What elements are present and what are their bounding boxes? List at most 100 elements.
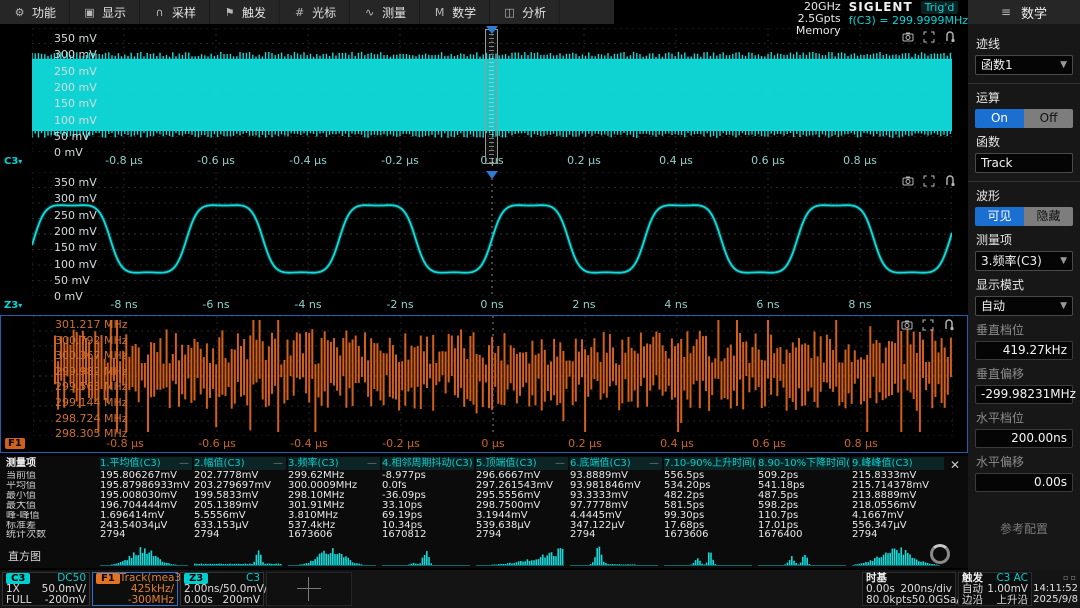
table-column-header[interactable]: 1.平均值(C3)— bbox=[100, 457, 192, 470]
table-column-header[interactable]: 9.峰峰值(C3) bbox=[852, 457, 944, 470]
trigger-box[interactable]: 触发C3 AC 自动1.00mV 边沿上升沿 bbox=[958, 572, 1032, 606]
table-value-cell: 2794 bbox=[476, 530, 568, 540]
math-dialog: 迹线 函数1 ▼ 运算 On Off 函数 Track 波形 可见 隐藏 测量项… bbox=[968, 24, 1080, 570]
divider bbox=[968, 181, 1080, 182]
table-value-cell: 1670812 bbox=[382, 530, 474, 540]
x-axis-label: -0.4 µs bbox=[273, 154, 343, 167]
f1-channel-box[interactable]: F1Track(mea3) 425kHz/ -300MHz bbox=[92, 572, 178, 606]
waveform-options-icon[interactable] bbox=[944, 31, 956, 43]
table-row-label: 最大值 bbox=[6, 501, 96, 511]
sampling-icon: ∩ bbox=[153, 6, 166, 19]
table-value-cell: 299.62MHz bbox=[288, 471, 380, 481]
y-axis-label: 150 mV bbox=[54, 241, 97, 254]
waveform-options-icon[interactable] bbox=[944, 175, 956, 187]
x-axis-label: 0.4 µs bbox=[641, 154, 711, 167]
table-value-cell: 298.10MHz bbox=[288, 491, 380, 501]
table-value-cell: 17.68ps bbox=[664, 521, 756, 531]
y-axis-label: 350 mV bbox=[54, 176, 97, 189]
measurement-histogram bbox=[100, 544, 188, 566]
zoom-region-handle[interactable] bbox=[485, 29, 498, 164]
chevron-down-icon: ▼ bbox=[1060, 252, 1067, 270]
collapse-icon[interactable]: — bbox=[273, 457, 283, 470]
c3-channel-box[interactable]: C3DC50 1X50.0mV/ FULL-200mV bbox=[2, 572, 90, 606]
expand-icon[interactable] bbox=[923, 31, 935, 43]
camera-icon[interactable] bbox=[902, 31, 914, 43]
z3-channel-box[interactable]: Z3C3 2.00ns/50.0mV/ 0.00s200mV bbox=[180, 572, 264, 606]
brand-logo: SIGLENT bbox=[849, 0, 913, 14]
math-dialog-header[interactable]: ≡ 数学 bbox=[968, 0, 1080, 24]
table-value-cell: 633.153µV bbox=[194, 521, 286, 531]
table-column-header[interactable]: 3.频率(C3)— bbox=[288, 457, 380, 470]
menu-item-label: 分析 bbox=[522, 4, 546, 21]
operation-off-button[interactable]: Off bbox=[1024, 109, 1073, 128]
plus-icon bbox=[297, 577, 321, 601]
menu-item-8[interactable]: ◫分析 bbox=[490, 0, 560, 24]
display-mode-select[interactable]: 自动 ▼ bbox=[975, 296, 1073, 316]
table-value-cell: 1676400 bbox=[758, 530, 850, 540]
table-value-cell: 195.87986933mV bbox=[100, 481, 192, 491]
f1-channel-marker[interactable]: F1 bbox=[5, 438, 25, 449]
reference-config-button[interactable]: 参考配置 bbox=[975, 520, 1073, 537]
waveform-visible-button[interactable]: 可见 bbox=[975, 207, 1024, 226]
table-value-cell: 556.5ps bbox=[664, 471, 756, 481]
waveform-label: 波形 bbox=[976, 187, 1072, 204]
table-corner-label: 测量项 bbox=[6, 457, 96, 470]
table-value-cell: 2794 bbox=[852, 530, 944, 540]
menu-item-6[interactable]: ∿测量 bbox=[350, 0, 420, 24]
collapse-icon[interactable]: — bbox=[179, 457, 189, 470]
status-bar: C3DC50 1X50.0mV/ FULL-200mV F1Track(mea3… bbox=[0, 570, 1080, 608]
operation-on-button[interactable]: On bbox=[975, 109, 1024, 128]
waveform-hidden-button[interactable]: 隐藏 bbox=[1024, 207, 1073, 226]
timebase-box[interactable]: 时基 0.00s200ns/div 80.0kpts50.0GSa/s bbox=[862, 572, 956, 606]
menu-item-1[interactable]: ⚙功能 bbox=[0, 0, 70, 24]
histogram-row: 直方图 bbox=[0, 540, 968, 568]
menu-item-7[interactable]: M数学 bbox=[420, 0, 490, 24]
x-axis-label: -2 ns bbox=[365, 298, 435, 311]
table-value-cell: 199.5833mV bbox=[194, 491, 286, 501]
table-value-cell: 69.19ps bbox=[382, 511, 474, 521]
x-axis-label: 4 ns bbox=[641, 298, 711, 311]
close-icon[interactable]: ✕ bbox=[950, 458, 960, 472]
function-field[interactable]: Track bbox=[975, 153, 1073, 173]
z3-channel-marker[interactable]: Z3▾ bbox=[4, 300, 22, 311]
table-column-header[interactable]: 7.10-90%上升时间(C3)— bbox=[664, 457, 756, 470]
trace-select[interactable]: 函数1 ▼ bbox=[975, 55, 1073, 75]
y-axis-label: 250 mV bbox=[54, 209, 97, 222]
menu-item-5[interactable]: #光标 bbox=[280, 0, 350, 24]
table-column-header[interactable]: 4.相邻周期抖动(C3)— bbox=[382, 457, 474, 470]
table-value-cell: 17.01ps bbox=[758, 521, 850, 531]
display-mode-value: 自动 bbox=[981, 297, 1005, 315]
horizontal-offset-value[interactable]: 0.00s bbox=[975, 473, 1073, 492]
collapse-icon[interactable]: — bbox=[649, 457, 659, 470]
c3-channel-marker[interactable]: C3▾ bbox=[4, 156, 22, 167]
vertical-offset-value[interactable]: -299.98231MHz bbox=[975, 385, 1073, 404]
menu-item-4[interactable]: ⚑触发 bbox=[210, 0, 280, 24]
y-axis-label: 50 mV bbox=[54, 274, 90, 287]
menu-item-3[interactable]: ∩采样 bbox=[140, 0, 210, 24]
camera-icon[interactable] bbox=[901, 319, 913, 331]
collapse-icon[interactable]: — bbox=[555, 457, 565, 470]
waveform-options-icon[interactable] bbox=[943, 319, 955, 331]
table-value-cell: 195.806267mV bbox=[100, 471, 192, 481]
frequency-readout: f(C3) = 299.9999MHz bbox=[849, 14, 968, 27]
menu-item-2[interactable]: ▣显示 bbox=[70, 0, 140, 24]
add-channel-box[interactable] bbox=[266, 572, 352, 606]
measure-item-select[interactable]: 3.频率(C3) ▼ bbox=[975, 251, 1073, 271]
main-waveform-panel: C3▾ 350 mV300 mV250 mV200 mV150 mV100 mV… bbox=[0, 28, 968, 168]
x-axis-label: 0.8 µs bbox=[825, 154, 895, 167]
table-column-header[interactable]: 8.90-10%下降时间(C3)— bbox=[758, 457, 850, 470]
trace-label: 迹线 bbox=[976, 35, 1072, 52]
trigger-position-marker[interactable] bbox=[486, 26, 498, 34]
camera-icon[interactable] bbox=[902, 175, 914, 187]
measurement-histogram bbox=[382, 544, 470, 566]
collapse-icon[interactable]: — bbox=[367, 457, 377, 470]
table-column-header[interactable]: 6.底端值(C3)— bbox=[570, 457, 662, 470]
expand-icon[interactable] bbox=[923, 175, 935, 187]
horizontal-scale-value[interactable]: 200.00ns bbox=[975, 429, 1073, 448]
table-column-header[interactable]: 5.顶端值(C3)— bbox=[476, 457, 568, 470]
trigger-position-marker[interactable] bbox=[486, 171, 498, 179]
table-column-header[interactable]: 2.幅值(C3)— bbox=[194, 457, 286, 470]
table-value-cell: 215.8333mV bbox=[852, 471, 944, 481]
vertical-scale-value[interactable]: 419.27kHz bbox=[975, 341, 1073, 360]
expand-icon[interactable] bbox=[922, 319, 934, 331]
